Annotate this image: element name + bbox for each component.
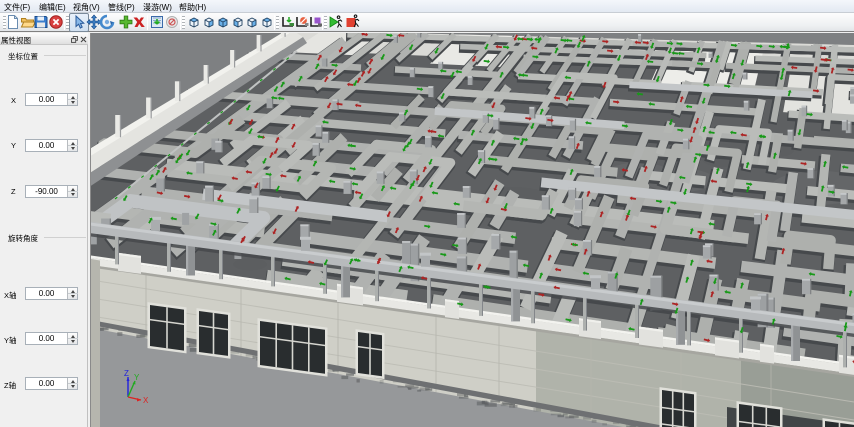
svg-text:Z: Z: [124, 369, 129, 378]
svg-text:Y: Y: [134, 373, 140, 382]
svg-text:X: X: [143, 396, 149, 405]
